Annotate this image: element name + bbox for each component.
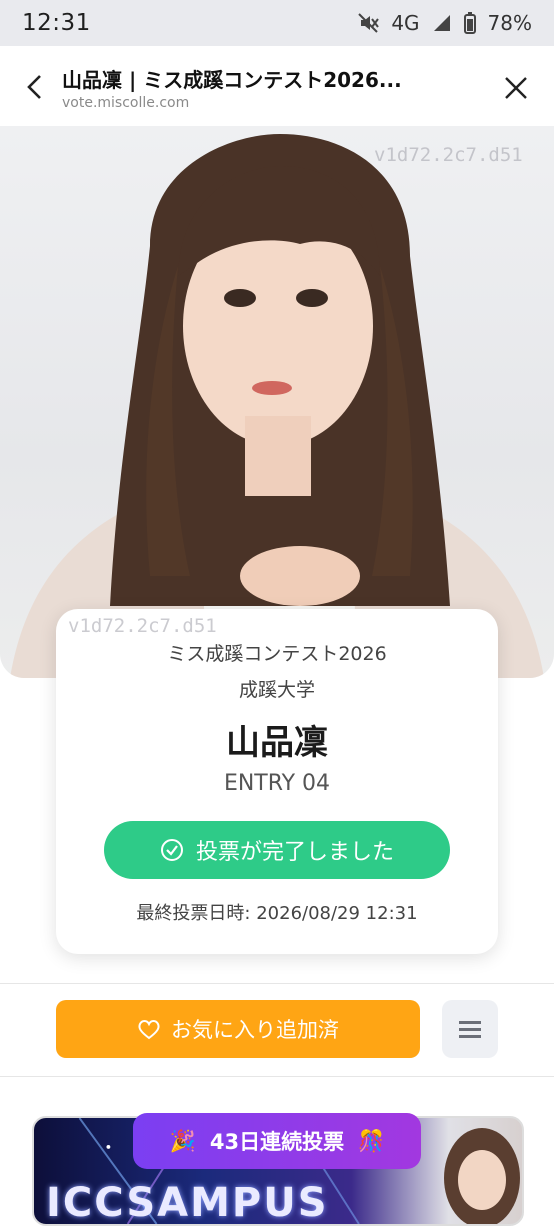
banner-portrait	[444, 1128, 520, 1224]
entry-number: ENTRY 04	[223, 771, 331, 796]
browser-header: 山品凜 | ミス成蹊コンテスト2026... vote.miscolle.com	[0, 46, 554, 126]
vote-button-label: 投票が完了しました	[195, 840, 394, 865]
portrait-illustration	[10, 134, 544, 678]
mute-icon	[357, 12, 380, 34]
network-label: 4G	[391, 11, 420, 35]
check-circle-icon	[160, 839, 183, 861]
favorite-label: お気に入り追加済	[171, 1018, 339, 1042]
status-bar: 12:31 4G 78%	[0, 0, 554, 46]
confetti-icon: 🎊	[358, 1128, 385, 1153]
last-vote-time: 最終投票日時: 2026/08/29 12:31	[136, 903, 418, 924]
candidate-name: 山品凜	[226, 723, 328, 763]
contest-name: ミス成蹊コンテスト2026	[167, 643, 387, 665]
profile-card: v1d72.2c7.d51 ミス成蹊コンテスト2026 成蹊大学 山品凜 ENT…	[56, 609, 498, 954]
page-url: vote.miscolle.com	[62, 95, 190, 111]
streak-badge: 🎉 43日連続投票 🎊	[133, 1113, 421, 1169]
page-title: 山品凜 | ミス成蹊コンテスト2026...	[62, 68, 402, 92]
status-time: 12:31	[22, 10, 91, 36]
heart-icon	[138, 1020, 160, 1040]
divider	[0, 1076, 554, 1077]
menu-button[interactable]	[442, 1000, 498, 1058]
battery-label: 78%	[487, 11, 532, 35]
back-button[interactable]	[20, 72, 50, 102]
close-icon	[505, 77, 527, 99]
status-icons: 4G 78%	[357, 11, 532, 35]
university-name: 成蹊大学	[238, 679, 315, 701]
party-popper-icon: 🎉	[169, 1128, 196, 1153]
favorite-button[interactable]: お気に入り追加済	[56, 1000, 420, 1058]
profile-photo: v1d72.2c7.d51	[0, 126, 554, 678]
watermark: v1d72.2c7.d51	[374, 144, 523, 166]
hamburger-icon	[459, 1021, 481, 1038]
banner-title: ICCSAMPUS	[46, 1180, 329, 1226]
signal-icon	[432, 13, 452, 33]
chevron-left-icon	[27, 75, 41, 99]
divider	[0, 983, 554, 984]
watermark: v1d72.2c7.d51	[68, 615, 217, 637]
vote-complete-button[interactable]: 投票が完了しました	[104, 821, 450, 879]
streak-label: 43日連続投票	[209, 1130, 345, 1154]
battery-icon	[463, 12, 476, 34]
close-button[interactable]	[502, 74, 530, 102]
